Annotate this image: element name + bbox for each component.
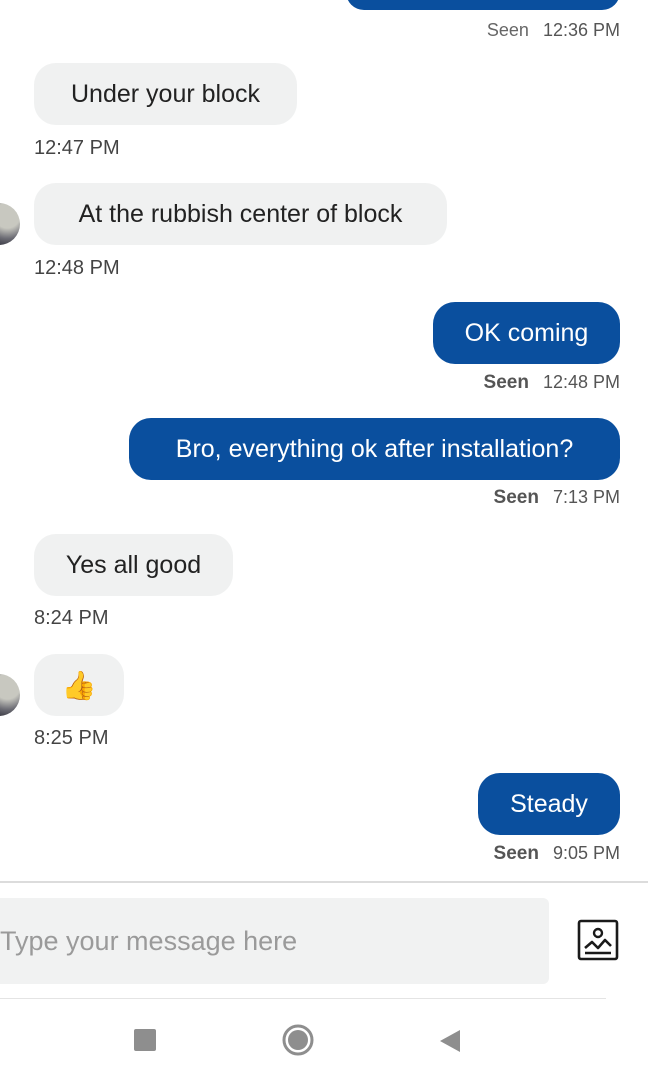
thumbs-up-emoji: 👍 bbox=[61, 669, 97, 701]
message-time: 12:48 PM bbox=[34, 257, 120, 279]
message-bubble-outgoing[interactable]: Steady bbox=[478, 773, 620, 835]
message-meta: Seen 9:05 PM bbox=[494, 843, 620, 865]
message-meta: Seen 7:13 PM bbox=[494, 487, 620, 509]
recents-square-icon[interactable] bbox=[134, 1029, 156, 1051]
seen-status: Seen bbox=[483, 372, 529, 393]
message-time: 7:13 PM bbox=[552, 487, 620, 507]
seen-status: Seen bbox=[486, 20, 529, 40]
composer-divider bbox=[0, 881, 648, 883]
message-bubble-incoming[interactable]: Yes all good bbox=[34, 534, 233, 596]
message-meta: Seen 12:48 PM bbox=[484, 372, 620, 394]
seen-status: Seen bbox=[493, 843, 539, 864]
message-time: 12:36 PM bbox=[542, 20, 620, 40]
image-attach-icon[interactable] bbox=[576, 918, 620, 962]
avatar[interactable] bbox=[0, 203, 20, 245]
seen-status: Seen bbox=[493, 487, 539, 508]
message-bubble-outgoing[interactable]: OK coming bbox=[433, 302, 620, 364]
message-composer bbox=[0, 898, 549, 984]
message-bubble-incoming[interactable]: Under your block bbox=[34, 63, 297, 125]
message-bubble-outgoing[interactable]: Bro, everything ok after installation? bbox=[129, 418, 620, 480]
home-circle-icon[interactable] bbox=[282, 1024, 314, 1056]
avatar[interactable] bbox=[0, 674, 20, 716]
nav-divider bbox=[0, 998, 606, 999]
message-time: 12:48 PM bbox=[542, 372, 620, 392]
message-time: 12:47 PM bbox=[34, 137, 120, 159]
back-triangle-icon[interactable] bbox=[438, 1028, 462, 1054]
message-bubble-incoming[interactable]: At the rubbish center of block bbox=[34, 183, 447, 245]
chat-thread: Seen 12:36 PM Under your block 12:47 PM … bbox=[0, 0, 648, 882]
message-time: 8:25 PM bbox=[34, 727, 109, 749]
message-input[interactable] bbox=[0, 898, 549, 984]
message-bubble-outgoing[interactable] bbox=[346, 0, 620, 10]
message-time: 9:05 PM bbox=[552, 843, 620, 863]
message-meta: Seen 12:36 PM bbox=[487, 20, 620, 41]
message-time: 8:24 PM bbox=[34, 607, 109, 629]
message-bubble-incoming[interactable]: 👍 bbox=[34, 654, 124, 716]
